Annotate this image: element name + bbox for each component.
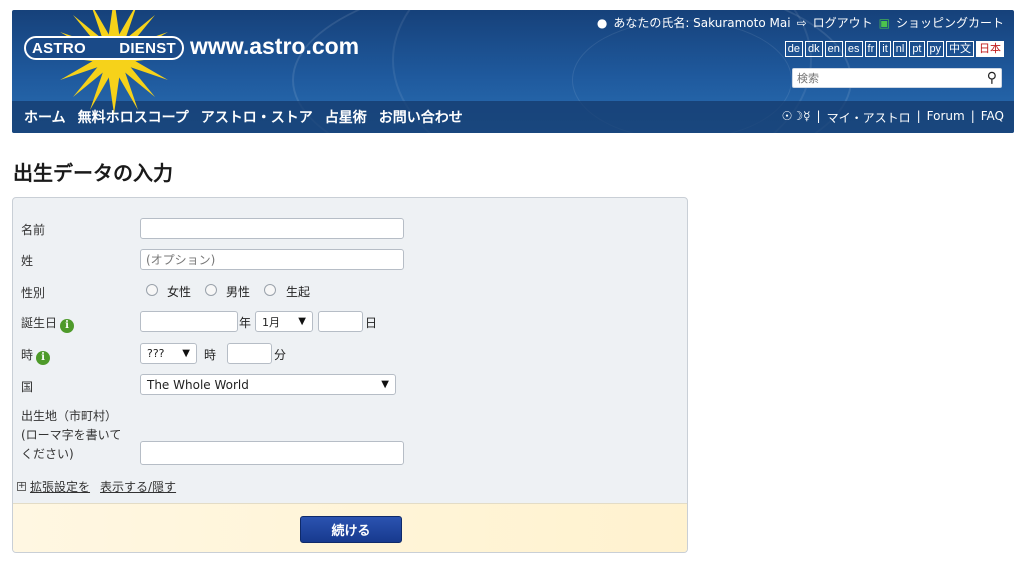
lang-es[interactable]: es (844, 41, 863, 57)
nav-free-horoscope[interactable]: 無料ホロスコープ (78, 107, 189, 127)
logout-link[interactable]: ログアウト (813, 14, 873, 31)
gender-female-label: 女性 (167, 285, 192, 299)
logo-left-text: ASTRO (32, 39, 86, 57)
user-name: あなたの氏名: Sakuramoto Mai (613, 16, 791, 30)
name-input[interactable] (140, 218, 404, 239)
surname-label: 姓 (21, 254, 34, 268)
hour-unit: 時 (204, 348, 217, 362)
advanced-settings-link[interactable]: 表示する/隠す (100, 478, 176, 495)
advanced-settings-toggle[interactable]: + 拡張設定を 表示する/隠す (17, 478, 176, 495)
birthplace-label-line3: ください) (21, 447, 74, 461)
language-selector: de dk en es fr it nl pt ру 中文 日本 (784, 41, 1004, 57)
country-value: The Whole World (147, 377, 249, 392)
country-label: 国 (21, 380, 34, 394)
search-input[interactable] (797, 71, 987, 85)
lang-dk[interactable]: dk (805, 41, 823, 57)
gender-event-radio[interactable] (264, 284, 276, 296)
user-bar: ● あなたの氏名: Sakuramoto Mai ⇨ ログアウト ▣ ショッピン… (597, 14, 1004, 31)
site-header: ASTRO DIENST www.astro.com ● あなたの氏名: Sak… (12, 10, 1014, 133)
birthday-label-text: 誕生日 (21, 316, 58, 330)
astrodienst-logo[interactable]: ASTRO DIENST (24, 36, 184, 60)
sun-logo-icon (56, 10, 172, 114)
nav-separator: | (970, 109, 975, 123)
birthplace-label-line1: 出生地（市町村） (21, 409, 118, 423)
birth-month-select[interactable]: 1月 ▼ (255, 311, 313, 332)
lang-it[interactable]: it (879, 41, 891, 57)
site-url-link[interactable]: www.astro.com (190, 33, 359, 60)
lang-en[interactable]: en (824, 41, 843, 57)
lang-nl[interactable]: nl (892, 41, 908, 57)
search-box: ⚲ (792, 68, 1002, 88)
my-astro-link[interactable]: マイ・アストロ (827, 109, 911, 126)
nav-astro-store[interactable]: アストロ・ストア (201, 107, 313, 127)
expand-icon: + (17, 481, 26, 491)
chevron-down-icon: ▼ (381, 379, 389, 390)
gender-event-label: 生起 (286, 285, 311, 299)
birthday-info-icon[interactable]: i (60, 319, 75, 333)
birth-year-input[interactable] (140, 311, 238, 332)
logo-right-text: DIENST (119, 39, 176, 57)
country-select[interactable]: The Whole World ▼ (140, 374, 396, 395)
continue-button[interactable]: 続ける (300, 516, 402, 543)
gender-label: 性別 (21, 286, 46, 300)
time-info-icon[interactable]: i (36, 351, 51, 365)
birth-hour-select[interactable]: ??? ▼ (140, 343, 197, 364)
nav-home[interactable]: ホーム (24, 107, 66, 127)
nav-contact[interactable]: お問い合わせ (379, 107, 463, 127)
lang-zh[interactable]: 中文 (946, 41, 974, 57)
page-title: 出生データの入力 (13, 161, 173, 185)
main-nav: ホーム 無料ホロスコープ アストロ・ストア 占星術 お問い合わせ (24, 107, 463, 127)
advanced-settings-prefix[interactable]: 拡張設定を (30, 478, 90, 495)
lang-fr[interactable]: fr (864, 41, 878, 57)
gender-male-radio[interactable] (205, 284, 217, 296)
birth-minute-input[interactable] (227, 343, 272, 364)
chevron-down-icon: ▼ (298, 316, 306, 327)
name-label: 名前 (21, 223, 46, 237)
secondary-nav: ☉☽☿ | マイ・アストロ | Forum | FAQ (782, 109, 1004, 126)
nav-separator: | (916, 109, 921, 123)
lang-ja[interactable]: 日本 (976, 41, 1004, 57)
gender-female-radio[interactable] (146, 284, 158, 296)
nav-astrology[interactable]: 占星術 (325, 107, 367, 127)
lang-de[interactable]: de (784, 41, 804, 57)
gender-male-label: 男性 (226, 285, 251, 299)
user-icon: ● (596, 15, 608, 30)
year-unit: 年 (239, 316, 252, 330)
cart-link[interactable]: ショッピングカート (896, 14, 1004, 31)
logout-icon: ⇨ (796, 15, 807, 30)
time-label: 時i (21, 346, 51, 365)
lang-pt[interactable]: pt (909, 41, 925, 57)
search-icon[interactable]: ⚲ (987, 70, 997, 86)
faq-link[interactable]: FAQ (981, 109, 1004, 126)
birthplace-label-line2: (ローマ字を書いて (21, 428, 122, 442)
birth-month-value: 1月 (262, 315, 280, 329)
birth-hour-value: ??? (147, 347, 165, 360)
forum-link[interactable]: Forum (927, 109, 965, 126)
birth-data-form: 名前 姓 性別 女性 男性 生起 誕生日i 年 1月 ▼ 日 時i ??? ▼ … (12, 197, 688, 553)
surname-input[interactable] (140, 249, 404, 270)
planet-symbols-link[interactable]: ☉☽☿ (782, 109, 811, 126)
minute-unit: 分 (274, 348, 287, 362)
birth-day-input[interactable] (318, 311, 363, 332)
nav-separator: | (816, 109, 821, 123)
day-unit: 日 (365, 316, 378, 330)
birthday-label: 誕生日 i (21, 314, 75, 333)
lang-ru[interactable]: ру (926, 41, 944, 57)
birthplace-input[interactable] (140, 441, 404, 465)
cart-icon: ▣ (878, 15, 890, 30)
time-label-text: 時 (21, 348, 34, 362)
chevron-down-icon: ▼ (182, 348, 190, 359)
